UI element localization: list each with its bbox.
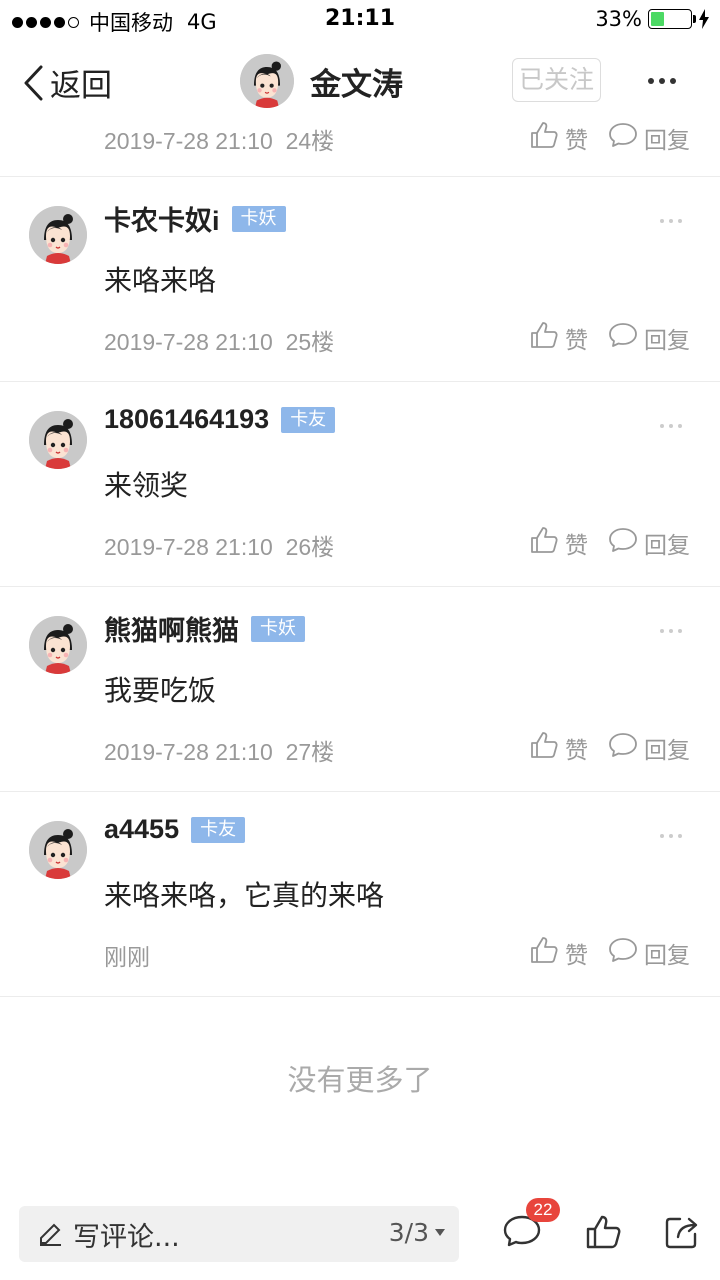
thumbs-up-icon	[529, 320, 559, 356]
comment-meta: 2019-7-28 21:10 26楼	[104, 528, 334, 562]
comment-more-button[interactable]	[660, 834, 682, 838]
reply-button[interactable]: 回复	[608, 526, 690, 560]
comment-username[interactable]: a4455	[104, 814, 179, 845]
reply-button[interactable]: 回复	[608, 731, 690, 765]
avatar[interactable]	[29, 821, 87, 879]
comment-text: 我要吃饭	[104, 674, 217, 707]
avatar[interactable]	[240, 54, 294, 108]
comment-text: 来咯来咯，它真的来咯	[104, 879, 385, 912]
reply-button[interactable]: 回复	[608, 936, 690, 970]
list-item: 2019-7-28 21:10 24楼 赞 回复	[0, 120, 720, 177]
reply-label: 回复	[644, 943, 690, 969]
reply-label: 回复	[644, 328, 690, 354]
share-button[interactable]	[664, 1214, 700, 1254]
comment-item: 卡农卡奴i 卡妖来咯来咯 2019-7-28 21:10 25楼 赞 回复	[0, 177, 720, 382]
avatar[interactable]	[29, 411, 87, 469]
comment-icon	[608, 526, 638, 560]
back-label: 返回	[50, 68, 112, 104]
comment-text: 来领奖	[104, 469, 189, 502]
comment-time: 2019-7-28 21:10	[104, 329, 273, 355]
like-label: 赞	[565, 738, 588, 764]
comment-input[interactable]: 写评论... 3/3	[19, 1206, 459, 1262]
reply-button[interactable]: 回复	[608, 321, 690, 355]
comment-meta: 2019-7-28 21:10 24楼	[104, 128, 335, 154]
user-level-badge: 卡友	[191, 816, 246, 843]
caret-down-icon	[435, 1229, 445, 1236]
like-post-button[interactable]	[585, 1214, 621, 1254]
like-button[interactable]: 赞	[529, 320, 588, 356]
comment-icon	[608, 121, 638, 155]
comment-more-button[interactable]	[660, 424, 682, 428]
comment-count-badge: 22	[526, 1198, 560, 1222]
battery-percent: 33%	[595, 7, 642, 31]
reply-label: 回复	[644, 533, 690, 559]
like-label: 赞	[565, 328, 588, 354]
comment-placeholder: 写评论...	[73, 1221, 180, 1253]
like-button[interactable]: 赞	[529, 730, 588, 766]
comment-text: 来咯来咯	[104, 264, 217, 297]
like-label: 赞	[565, 533, 588, 559]
reply-label: 回复	[644, 738, 690, 764]
chevron-left-icon	[24, 65, 43, 100]
comment-floor: 25楼	[285, 329, 335, 355]
like-button[interactable]: 赞	[529, 935, 588, 971]
profile-name: 金文涛	[310, 66, 403, 103]
comment-icon	[608, 936, 638, 970]
back-button[interactable]: 返回	[22, 60, 112, 105]
thumbs-up-icon	[529, 525, 559, 561]
comment-meta: 刚刚	[104, 938, 163, 972]
profile-header[interactable]: 金文涛	[240, 54, 403, 108]
end-of-list: 没有更多了	[287, 1063, 433, 1097]
charging-icon	[699, 9, 709, 29]
like-label: 赞	[565, 943, 588, 969]
pencil-icon	[40, 1223, 61, 1246]
avatar[interactable]	[29, 616, 87, 674]
comment-more-button[interactable]	[660, 629, 682, 633]
page-selector[interactable]: 3/3	[389, 1218, 445, 1247]
comment-floor: 27楼	[285, 739, 335, 765]
like-button[interactable]: 赞	[529, 525, 588, 561]
user-level-badge: 卡妖	[251, 615, 305, 642]
status-bar: 中国移动 4G 21:11 33%	[0, 0, 720, 40]
comment-username[interactable]: 18061464193	[104, 404, 269, 435]
more-button[interactable]	[648, 78, 676, 84]
comment-item: 18061464193 卡友来领奖 2019-7-28 21:10 26楼 赞 回复	[0, 382, 720, 587]
comment-floor: 26楼	[285, 534, 335, 560]
comment-list: 2019-7-28 21:10 24楼 赞 回复 卡农卡奴i 卡妖 来咯来咯 2019…	[0, 120, 720, 1200]
comment-time: 2019-7-28 21:10	[104, 739, 273, 765]
avatar[interactable]	[29, 206, 87, 264]
battery-icon	[648, 9, 696, 29]
thumbs-up-icon	[529, 120, 559, 156]
comment-more-button[interactable]	[660, 219, 682, 223]
comment-icon	[608, 731, 638, 765]
thumbs-up-icon	[529, 935, 559, 971]
comment-item: a4455 卡友来咯来咯，它真的来咯刚刚 赞 回复	[0, 792, 720, 997]
comment-meta: 2019-7-28 21:10 27楼	[104, 733, 334, 767]
comment-time: 刚刚	[104, 944, 150, 970]
comment-username[interactable]: 熊猫啊熊猫	[104, 609, 239, 648]
comment-username[interactable]: 卡农卡奴i	[104, 199, 220, 238]
nav-bar: 返回 金文涛 已关注	[0, 40, 720, 120]
comment-meta: 2019-7-28 21:10 25楼	[104, 323, 334, 357]
follow-button[interactable]: 已关注	[512, 58, 601, 102]
thumbs-up-icon	[529, 730, 559, 766]
comment-icon	[608, 321, 638, 355]
reply-button[interactable]: 回复	[608, 121, 690, 155]
comment-item: 熊猫啊熊猫 卡妖我要吃饭 2019-7-28 21:10 27楼 赞 回复	[0, 587, 720, 792]
share-icon	[665, 1217, 698, 1249]
thumbs-up-icon	[586, 1215, 621, 1249]
like-button[interactable]: 赞	[529, 120, 588, 156]
comment-time: 2019-7-28 21:10	[104, 534, 273, 560]
user-level-badge: 卡妖	[231, 205, 286, 232]
user-level-badge: 卡友	[281, 406, 336, 433]
bottom-bar: 写评论... 3/3 22	[0, 1198, 720, 1280]
